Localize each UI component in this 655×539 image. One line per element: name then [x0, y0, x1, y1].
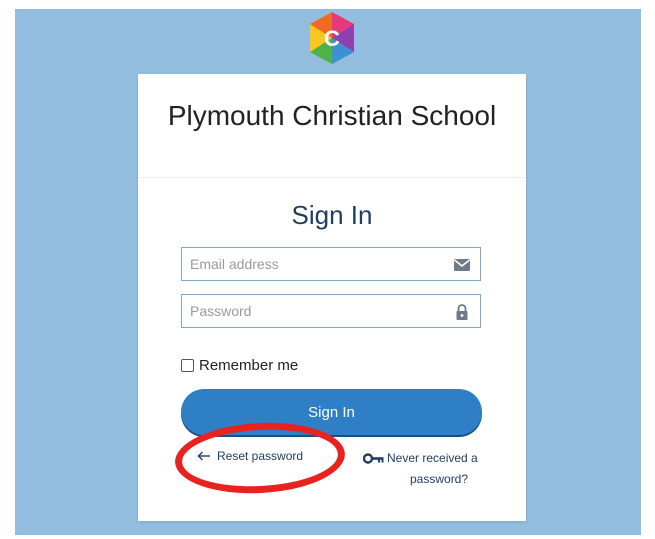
never-received-label-line2: password? — [410, 472, 469, 486]
signin-title: Sign In — [291, 200, 373, 230]
email-field[interactable] — [181, 247, 481, 281]
password-input[interactable] — [182, 295, 458, 327]
remember-me-label: Remember me — [199, 357, 299, 374]
checkbox-box[interactable] — [181, 359, 194, 372]
remember-me-checkbox[interactable]: Remember me — [181, 357, 298, 374]
envelope-icon — [454, 259, 470, 271]
school-name: Plymouth Christian School — [167, 100, 497, 131]
svg-text:C: C — [324, 26, 340, 51]
lock-icon — [456, 304, 468, 320]
key-icon — [363, 453, 384, 464]
email-input[interactable] — [182, 248, 458, 280]
password-field[interactable] — [181, 294, 481, 328]
hexagon-c-logo-icon: C — [310, 12, 354, 64]
never-received-label-line1: Never received a — [387, 451, 478, 465]
header-divider — [138, 177, 526, 178]
